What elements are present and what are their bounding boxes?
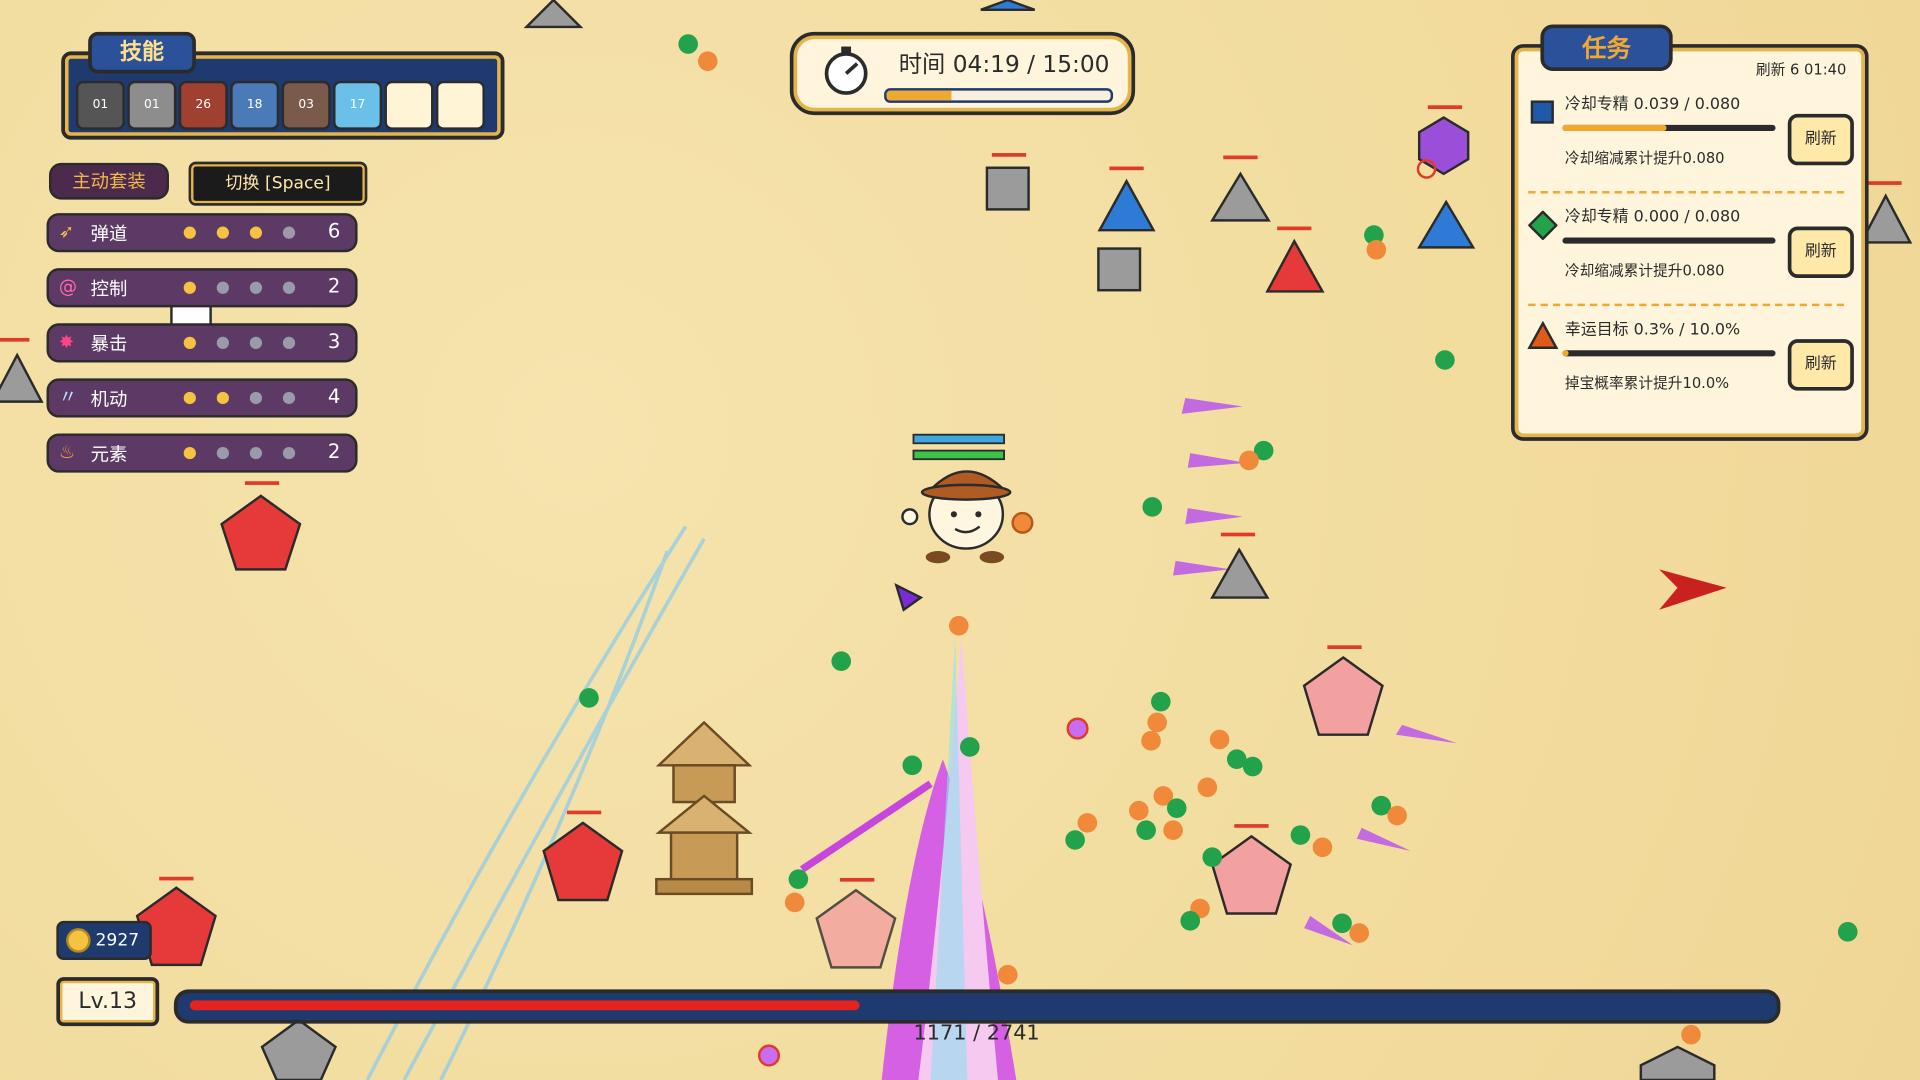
trait-dot-empty — [282, 446, 296, 460]
skill-level: 03 — [298, 97, 314, 112]
mission-refresh-button[interactable]: 刷新 — [1787, 113, 1854, 166]
spiral-icon: @ — [58, 275, 78, 298]
trait-dot-empty — [216, 446, 229, 460]
trait-dot-filled — [183, 336, 196, 349]
stopwatch-icon — [824, 46, 868, 95]
skill-slot-4[interactable]: 18 — [230, 80, 280, 130]
red-arrow-effect — [1659, 569, 1727, 610]
mission-progress-fill — [1562, 124, 1667, 132]
experience-fill — [189, 1000, 861, 1011]
mission-refresh-button[interactable]: 刷新 — [1787, 226, 1854, 278]
skill-level: 18 — [246, 97, 263, 112]
trait-dot-empty — [216, 336, 229, 349]
skill-level: 26 — [195, 97, 212, 112]
timer-progress-bar — [884, 88, 1114, 103]
player-character — [901, 433, 1034, 564]
trait-row-projectile[interactable]: ➶ 弹道 6 — [46, 213, 358, 253]
refresh-info: 刷新 6 01:40 — [1755, 61, 1847, 79]
trait-dot-empty — [249, 446, 263, 460]
gold-counter: 2927 — [56, 920, 152, 961]
trait-name: 控制 — [90, 277, 128, 301]
trait-dot-filled — [249, 226, 263, 239]
trait-name: 暴击 — [90, 333, 128, 356]
trait-row-control[interactable]: @ 控制 2 — [46, 268, 358, 308]
experience-text: 1171 / 2741 — [913, 1021, 1040, 1046]
active-suit-label[interactable]: 主动套装 — [48, 162, 169, 200]
mission-divider — [1528, 191, 1845, 194]
trait-dot-empty — [249, 391, 263, 405]
trait-dot-filled — [183, 281, 196, 294]
trait-dot-filled — [216, 226, 229, 239]
mission-progress — [1562, 237, 1776, 244]
player-level: Lv.13 — [56, 977, 160, 1027]
coin-icon — [66, 928, 91, 953]
wing-icon: 〃 — [58, 385, 78, 408]
trait-dot-filled — [183, 226, 196, 239]
skill-slot-1[interactable]: 01 — [75, 80, 125, 130]
trait-name: 元素 — [90, 443, 128, 466]
match-timer: 时间 04:19 / 15:00 — [898, 51, 1110, 79]
skill-slot-5[interactable]: 03 — [281, 80, 331, 130]
trait-value: 3 — [327, 329, 341, 353]
skill-slot-3[interactable]: 26 — [178, 80, 228, 130]
mission-progress-fill — [1562, 350, 1569, 357]
mission-refresh-button[interactable]: 刷新 — [1787, 339, 1854, 391]
stone-lantern-tower — [655, 720, 754, 896]
skill-level: 01 — [144, 97, 160, 112]
experience-bar — [173, 989, 1781, 1024]
square-icon — [1530, 100, 1554, 124]
trait-value: 2 — [327, 274, 341, 298]
mission-progress — [1562, 124, 1776, 132]
skill-slot-6[interactable]: 17 — [333, 80, 383, 130]
trait-dot-empty — [216, 281, 229, 294]
trait-value: 6 — [327, 219, 341, 243]
mission-progress — [1562, 350, 1776, 357]
mission-reward: 冷却缩减累计提升0.080 — [1564, 262, 1725, 280]
missions-title: 任务 — [1540, 24, 1673, 72]
trait-value: 2 — [327, 439, 341, 463]
trait-dot-filled — [183, 446, 196, 460]
skill-slots: 01 01 26 18 03 17 — [75, 66, 492, 130]
trait-dot-empty — [249, 281, 263, 294]
trait-dot-filled — [216, 391, 229, 405]
mission-title: 冷却专精 0.039 / 0.080 — [1564, 95, 1741, 114]
trait-row-element[interactable]: ♨ 元素 2 — [46, 433, 358, 473]
trait-name: 机动 — [90, 388, 128, 411]
mission-reward: 冷却缩减累计提升0.080 — [1564, 149, 1725, 167]
trait-dot-filled — [183, 391, 196, 405]
trait-dot-empty — [282, 391, 296, 405]
arrow-icon: ➶ — [58, 220, 75, 243]
trait-name: 弹道 — [90, 222, 128, 245]
trait-dot-empty — [282, 336, 296, 349]
flame-icon: ♨ — [58, 440, 76, 463]
trait-dot-empty — [282, 226, 296, 239]
trait-dot-empty — [249, 336, 263, 349]
skill-level: 01 — [92, 97, 109, 112]
timer-progress-fill — [886, 90, 952, 101]
mission-title: 冷却专精 0.000 / 0.080 — [1564, 208, 1741, 227]
diamond-icon — [1528, 210, 1558, 241]
skill-slot-7-empty[interactable] — [384, 80, 434, 130]
trait-row-crit[interactable]: ✸ 暴击 3 — [46, 323, 358, 363]
mission-divider — [1528, 303, 1845, 307]
trait-dot-empty — [282, 281, 296, 294]
skill-slot-2[interactable]: 01 — [127, 80, 177, 130]
gold-amount: 2927 — [95, 930, 140, 951]
skill-slot-8-empty[interactable] — [435, 80, 485, 130]
burst-icon: ✸ — [58, 330, 75, 353]
aim-cursor — [894, 582, 924, 612]
mission-title: 幸运目标 0.3% / 10.0% — [1564, 320, 1741, 340]
game-viewport[interactable]: 技能 01 01 26 18 03 17 主动套装 切换 [Space] ➶ 弹… — [0, 0, 1920, 1080]
triangle-icon — [1527, 320, 1559, 349]
skill-level: 17 — [349, 97, 366, 112]
mission-reward: 掉宝概率累计提升10.0% — [1564, 374, 1730, 392]
trait-value: 4 — [327, 384, 341, 408]
switch-suit-button[interactable]: 切换 [Space] — [188, 161, 368, 206]
trait-row-mobility[interactable]: 〃 机动 4 — [46, 378, 358, 418]
